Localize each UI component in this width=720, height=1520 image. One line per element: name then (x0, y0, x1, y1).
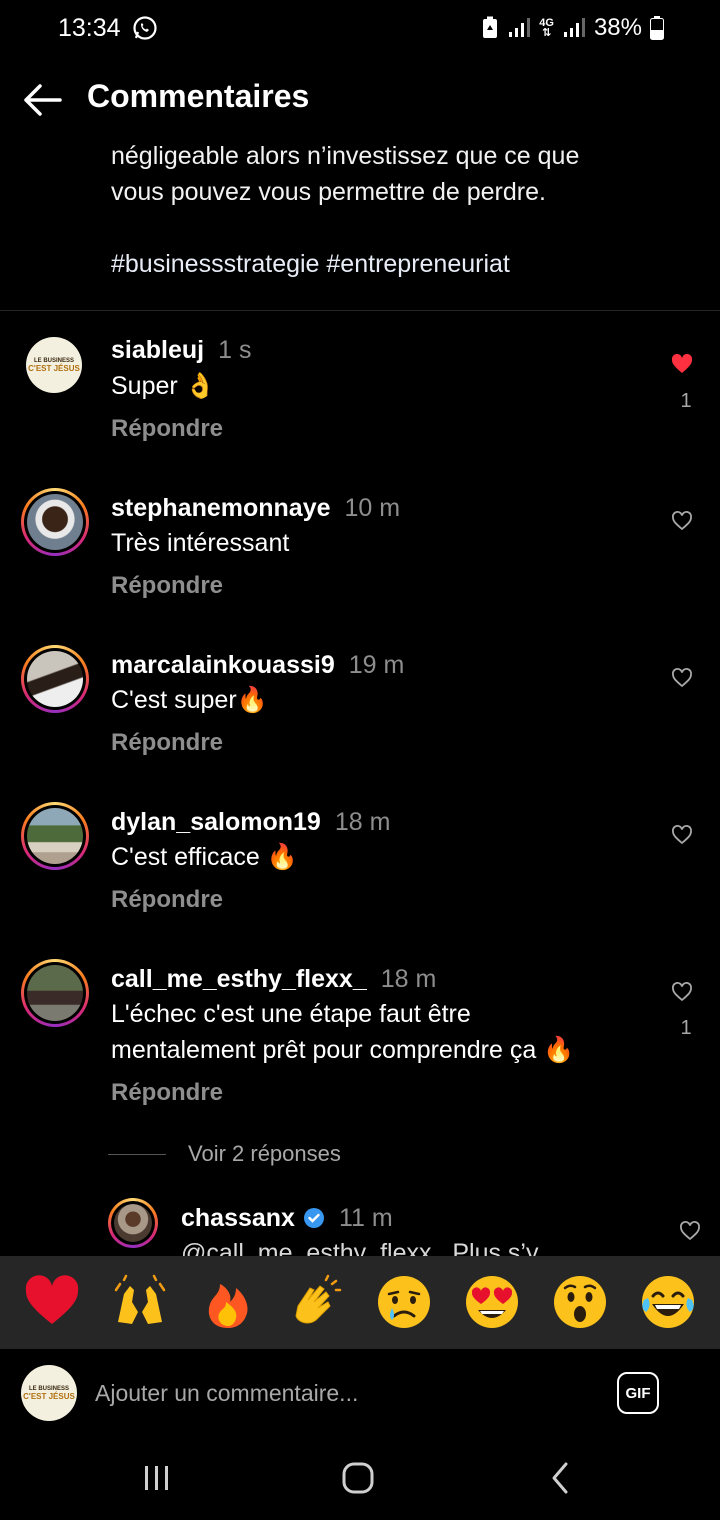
comment-username[interactable]: call_me_esthy_flexx_ (111, 965, 367, 993)
comment-header: stephanemonnaye 10 m (111, 493, 400, 523)
status-icons: 4G ⇅ 38% (481, 14, 664, 42)
comment-username[interactable]: dylan_salomon19 (111, 808, 321, 836)
like-count: 1 (680, 1017, 692, 1039)
heart-outline-icon[interactable] (670, 980, 694, 1004)
comment-header: chassanx 11 m (181, 1203, 393, 1233)
system-nav-bar (0, 1436, 720, 1520)
comment-text-line-2: mentalement prêt pour comprendre ça 🔥 (111, 1036, 575, 1064)
avatar[interactable] (21, 645, 89, 713)
comment-text: Super 👌 (111, 372, 216, 400)
comment-time: 1 s (218, 336, 252, 364)
my-avatar: LE BUSINESS C'EST JÉSUS (21, 1365, 77, 1421)
replies-line (108, 1153, 166, 1155)
network-type: 4G ⇅ (539, 17, 554, 39)
raising-hands-emoji[interactable] (110, 1272, 170, 1332)
quick-emoji-bar (0, 1256, 720, 1348)
clapping-hands-emoji[interactable] (286, 1272, 346, 1332)
reply-button[interactable]: Répondre (111, 1079, 223, 1107)
page-title: Commentaires (87, 78, 310, 114)
fire-emoji[interactable] (198, 1272, 258, 1332)
comment-username[interactable]: siableuj (111, 336, 204, 364)
avatar[interactable] (108, 1198, 158, 1248)
battery-icon (650, 16, 664, 40)
header: Commentaires (0, 60, 720, 138)
caption-line-2: vous pouvez vous permettre de perdre. (111, 178, 546, 206)
comment-time: 18 m (380, 965, 437, 993)
reply-comment: chassanx 11 m @call_me_esthy_flexx_ Plus … (0, 1198, 720, 1256)
caption-hashtags[interactable]: #businessstrategie #entrepreneuriat (111, 246, 510, 282)
comment-text: @call_me_esthy_flexx_ Plus s’y (181, 1239, 539, 1256)
avatar[interactable] (21, 959, 89, 1027)
comment-text: Très intéressant (111, 529, 290, 557)
comment-time: 19 m (348, 651, 405, 679)
battery-percent: 38% (593, 14, 642, 41)
sad-face-emoji[interactable] (374, 1272, 434, 1332)
view-replies-label: Voir 2 réponses (188, 1141, 341, 1166)
heart-outline-icon[interactable] (670, 666, 694, 690)
heart-outline-icon[interactable] (678, 1219, 702, 1243)
comment-username[interactable]: stephanemonnaye (111, 494, 331, 522)
reply-button[interactable]: Répondre (111, 415, 223, 443)
avatar[interactable] (21, 488, 89, 556)
comment-username[interactable]: chassanx (181, 1204, 295, 1232)
view-replies-button[interactable]: Voir 2 réponses (108, 1141, 341, 1167)
reply-button[interactable]: Répondre (111, 572, 223, 600)
heart-outline-icon[interactable] (670, 509, 694, 533)
avatar-logo-text-2: C'EST JÉSUS (23, 1392, 75, 1401)
back-nav-icon[interactable] (540, 1460, 580, 1496)
signal-icon-2 (563, 18, 585, 37)
status-time: 13:34 (58, 14, 121, 42)
home-icon[interactable] (338, 1460, 378, 1496)
comment-text: C'est efficace 🔥 (111, 843, 298, 871)
comment-input-bar: LE BUSINESS C'EST JÉSUS GIF (0, 1348, 720, 1436)
caption-line-1: négligeable alors n’investissez que ce q… (111, 142, 580, 170)
reply-button[interactable]: Répondre (111, 729, 223, 757)
comment-header: dylan_salomon19 18 m (111, 807, 390, 837)
tears-of-joy-emoji[interactable] (638, 1272, 698, 1332)
post-caption: négligeable alors n’investissez que ce q… (111, 138, 671, 210)
comment-text-line-1: L'échec c'est une étape faut être (111, 1000, 471, 1028)
comment-header: siableuj 1 s (111, 335, 251, 365)
verified-badge-icon (303, 1208, 324, 1228)
comment-username[interactable]: marcalainkouassi9 (111, 651, 335, 679)
arrow-left-icon[interactable] (20, 78, 64, 122)
comment-input[interactable] (95, 1375, 595, 1411)
heart-outline-icon[interactable] (670, 823, 694, 847)
gif-button[interactable]: GIF (617, 1372, 659, 1414)
comment-header: marcalainkouassi9 19 m (111, 650, 404, 680)
surprised-face-emoji[interactable] (550, 1272, 610, 1332)
heart-eyes-emoji[interactable] (462, 1272, 522, 1332)
avatar[interactable]: LE BUSINESS C'EST JÉSUS (26, 337, 82, 393)
heart-filled-icon[interactable] (670, 352, 694, 376)
comment-text: C'est super🔥 (111, 686, 268, 714)
comment-time: 11 m (338, 1204, 393, 1232)
like-count: 1 (680, 390, 692, 412)
signal-icon (509, 18, 531, 37)
whatsapp-icon (133, 16, 157, 40)
comment-header: call_me_esthy_flexx_ 18 m (111, 964, 436, 994)
recent-apps-icon[interactable] (137, 1460, 177, 1496)
comment-text: L'échec c'est une étape faut être mental… (111, 996, 651, 1068)
divider (0, 310, 720, 311)
status-bar: 13:34 4G ⇅ 38% (0, 0, 720, 60)
red-heart-emoji[interactable] (22, 1272, 82, 1332)
comment-time: 18 m (334, 808, 391, 836)
battery-saver-icon (483, 16, 498, 38)
reply-button[interactable]: Répondre (111, 886, 223, 914)
avatar-logo-text-2: C'EST JÉSUS (28, 364, 80, 373)
comment-time: 10 m (344, 494, 401, 522)
avatar[interactable] (21, 802, 89, 870)
